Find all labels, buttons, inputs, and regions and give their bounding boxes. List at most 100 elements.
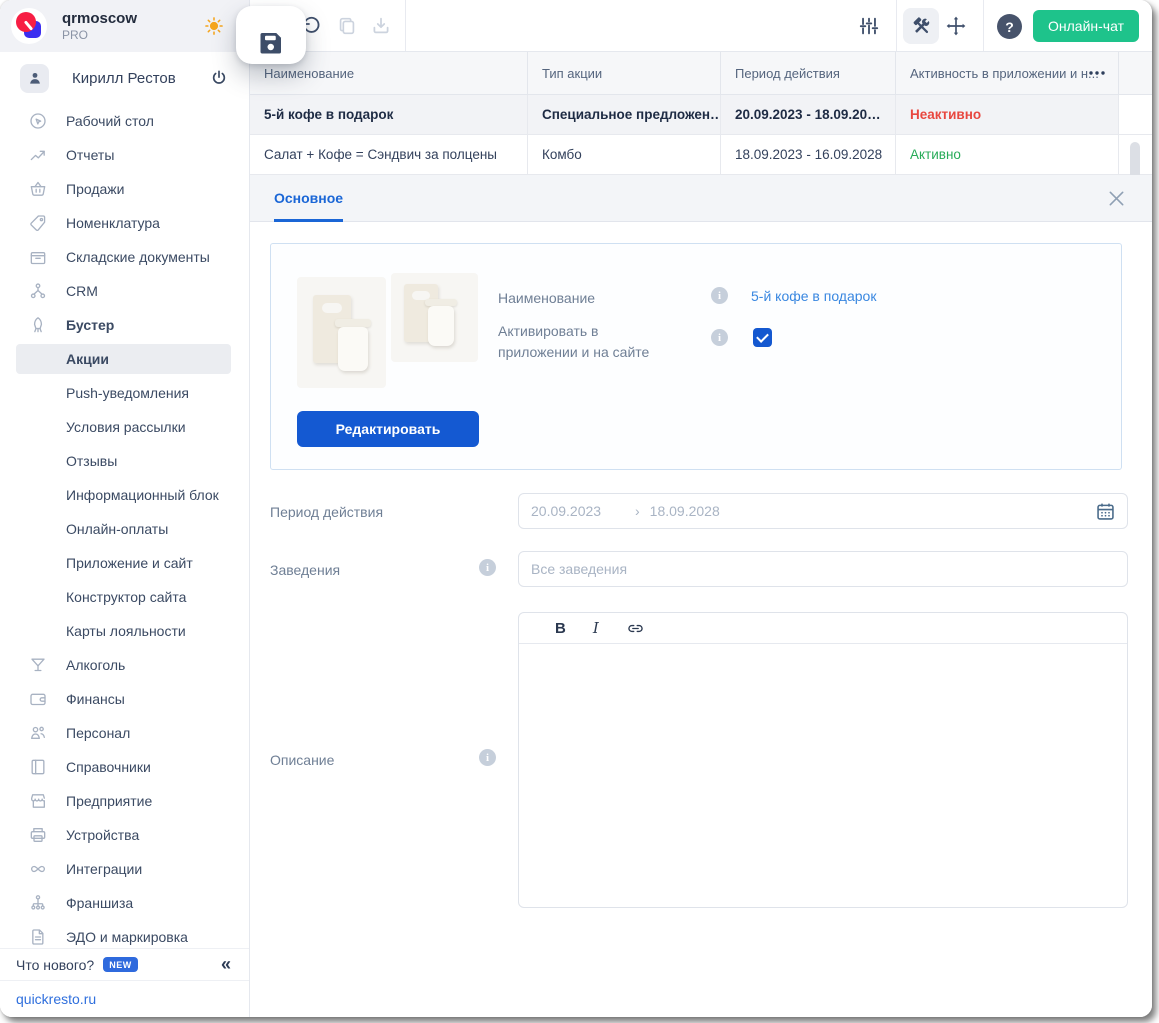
promo-photo-2[interactable] (391, 273, 478, 362)
logout-power-icon[interactable] (209, 68, 229, 88)
whats-new-row[interactable]: Что нового? NEW « (0, 948, 249, 980)
sidebar-item-sub-10[interactable]: Отзывы (0, 444, 249, 478)
desktop-icon (28, 111, 48, 131)
info-icon[interactable]: i (479, 749, 496, 766)
crm-icon (28, 281, 48, 301)
column-header-type[interactable]: Тип акции (527, 52, 720, 94)
edit-tools-button[interactable] (903, 8, 939, 44)
sidebar-item-sub-11[interactable]: Информационный блок (0, 478, 249, 512)
brand-header: qrmoscow PRO (0, 0, 249, 52)
table-row[interactable]: Салат + Кофе = Сэндвич за полценыКомбо18… (250, 135, 1152, 175)
sidebar-item-label: Отчеты (66, 147, 114, 163)
sidebar-footer: Что нового? NEW « quickresto.ru (0, 948, 249, 1017)
sidebar-item-sub-15[interactable]: Карты лояльности (0, 614, 249, 648)
cell-name: Салат + Кофе = Сэндвич за полцены (250, 135, 527, 174)
sidebar-item-sub-9[interactable]: Условия рассылки (0, 410, 249, 444)
cell-status: Активно (895, 135, 1118, 174)
online-chat-button[interactable]: Онлайн-чат (1033, 10, 1139, 42)
description-editor: B I (518, 612, 1128, 908)
sidebar-item-sub-7[interactable]: Акции (0, 342, 249, 376)
sidebar-item-warehouse[interactable]: Складские документы (0, 240, 249, 274)
topbar: ? Онлайн-чат (250, 0, 1152, 52)
books-icon (28, 757, 48, 777)
range-arrow: › (635, 503, 640, 519)
help-button[interactable]: ? (997, 14, 1022, 39)
column-header-period[interactable]: Период действия (720, 52, 895, 94)
table-row[interactable]: 5-й кофе в подарокСпециальное предложен…… (250, 95, 1152, 135)
nav-item-highlight (16, 276, 231, 306)
account-name: qrmoscow (62, 10, 137, 28)
sidebar-item-sales[interactable]: Продажи (0, 172, 249, 206)
venues-field (518, 551, 1128, 587)
venues-input[interactable] (519, 552, 1127, 586)
sidebar-item-integrations[interactable]: Интеграции (0, 852, 249, 886)
columns-more-icon[interactable] (1088, 70, 1106, 76)
table-header-row: Наименование Тип акции Период действия А… (250, 52, 1152, 95)
plan-badge: PRO (62, 28, 137, 42)
sidebar-item-label: Алкоголь (66, 657, 125, 673)
whats-new-label: Что нового? (16, 957, 94, 973)
sidebar-item-crm[interactable]: CRM (0, 274, 249, 308)
nav-item-highlight (16, 310, 231, 340)
sidebar-nav: Рабочий стол Отчеты ПродажиНоменклатураСкл… (0, 104, 249, 954)
user-row[interactable]: Кирилл Рестов (0, 52, 249, 104)
booster-icon (28, 315, 48, 335)
sidebar-item-enterprise[interactable]: Предприятие (0, 784, 249, 818)
move-arrows-icon[interactable] (945, 15, 967, 37)
site-row: quickresto.ru (0, 980, 249, 1017)
promotion-name-link[interactable]: 5-й кофе в подарок (751, 288, 876, 304)
sidebar-item-tag[interactable]: Номенклатура (0, 206, 249, 240)
sidebar-item-sub-12[interactable]: Онлайн-оплаты (0, 512, 249, 546)
link-icon[interactable] (626, 619, 645, 638)
period-from-value[interactable]: 20.09.2023 (531, 503, 635, 519)
sidebar-item-desktop[interactable]: Рабочий стол (0, 104, 249, 138)
sidebar-item-sub-8[interactable]: Push-уведомления (0, 376, 249, 410)
sidebar-item-label: Карты лояльности (66, 623, 186, 639)
sidebar-item-franchise[interactable]: Франшиза (0, 886, 249, 920)
copy-icon[interactable] (336, 15, 358, 37)
hammer-wrench-icon (910, 15, 932, 37)
quickresto-site-link[interactable]: quickresto.ru (16, 991, 96, 1007)
column-header-activity[interactable]: Активность в приложении и н... (895, 52, 1118, 94)
filters-sliders-icon[interactable] (858, 15, 880, 37)
promo-photo-1[interactable] (297, 277, 386, 388)
sidebar-item-alcohol[interactable]: Алкоголь (0, 648, 249, 682)
period-range-input[interactable]: 20.09.2023 › 18.09.2028 (518, 493, 1128, 529)
sidebar-item-reports[interactable]: Отчеты (0, 138, 249, 172)
cell-status: Неактивно (895, 95, 1118, 134)
sidebar-item-sub-14[interactable]: Конструктор сайта (0, 580, 249, 614)
period-to-value[interactable]: 18.09.2028 (650, 503, 720, 519)
sidebar-item-booster[interactable]: Бустер (0, 308, 249, 342)
sidebar-item-sub-13[interactable]: Приложение и сайт (0, 546, 249, 580)
sidebar-item-staff[interactable]: Персонал (0, 716, 249, 750)
save-button[interactable] (236, 6, 306, 64)
promo-summary-card: Наименование i 5-й кофе в подарок Активи… (270, 243, 1122, 470)
italic-icon[interactable]: I (593, 619, 599, 637)
collapse-sidebar-icon[interactable]: « (221, 954, 231, 975)
sidebar-item-finance[interactable]: Финансы (0, 682, 249, 716)
theme-sun-icon[interactable] (203, 15, 225, 37)
sidebar-item-devices[interactable]: Устройства (0, 818, 249, 852)
activate-checkbox[interactable] (753, 328, 772, 347)
scroll-gutter-cell (1118, 95, 1152, 134)
sales-icon (28, 179, 48, 199)
sidebar-item-label: Информационный блок (66, 487, 219, 503)
edit-button[interactable]: Редактировать (297, 411, 479, 447)
sidebar-item-label: Персонал (66, 725, 130, 741)
download-icon[interactable] (370, 15, 392, 37)
close-icon[interactable] (1107, 189, 1126, 208)
floppy-save-icon (256, 28, 286, 58)
sidebar-item-label: ЭДО и маркировка (66, 929, 188, 945)
promotions-table: Наименование Тип акции Период действия А… (250, 52, 1152, 175)
tab-main[interactable]: Основное (274, 175, 343, 221)
info-icon[interactable]: i (479, 559, 496, 576)
sidebar-item-books[interactable]: Справочники (0, 750, 249, 784)
promotion-detail-panel: Наименование i 5-й кофе в подарок Активи… (250, 222, 1152, 1017)
info-icon[interactable]: i (711, 287, 728, 304)
sidebar-item-label: Конструктор сайта (66, 589, 186, 605)
person-icon (26, 69, 44, 87)
bold-icon[interactable]: B (555, 620, 566, 637)
description-textarea[interactable] (519, 645, 1127, 907)
info-icon[interactable]: i (711, 329, 728, 346)
calendar-icon[interactable] (1095, 501, 1116, 522)
